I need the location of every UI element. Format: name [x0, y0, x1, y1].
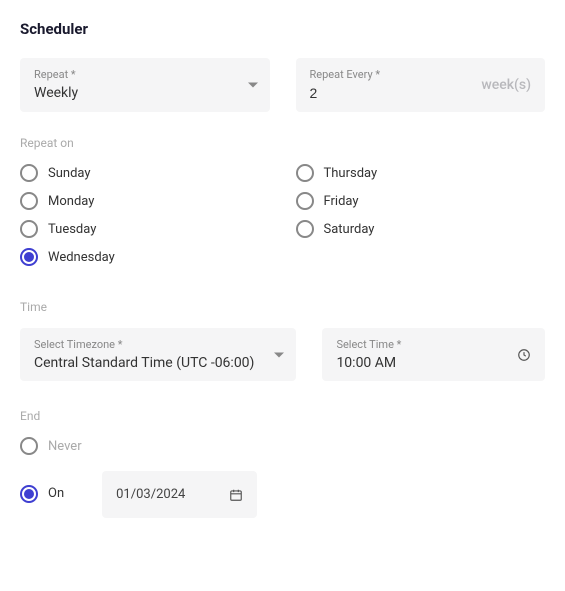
- repeat-row: Repeat * Weekly Repeat Every * week(s): [20, 58, 545, 112]
- repeat-on-label: Repeat on: [20, 136, 545, 150]
- radio-icon: [20, 485, 38, 503]
- day-label: Friday: [324, 194, 359, 209]
- day-tuesday[interactable]: Tuesday: [20, 220, 270, 238]
- time-label: Select Time *: [336, 338, 531, 351]
- time-value: 10:00 AM: [336, 355, 531, 371]
- time-row: Select Timezone * Central Standard Time …: [20, 328, 545, 381]
- calendar-icon: [229, 488, 243, 502]
- radio-icon: [296, 192, 314, 210]
- radio-icon: [20, 437, 38, 455]
- end-on[interactable]: On: [20, 485, 64, 503]
- chevron-down-icon: [248, 83, 258, 88]
- end-on-row: On 01/03/2024: [20, 469, 545, 518]
- end-date-field[interactable]: 01/03/2024: [102, 471, 257, 518]
- repeat-value: Weekly: [34, 85, 256, 101]
- day-wednesday[interactable]: Wednesday: [20, 248, 270, 266]
- day-label: Wednesday: [48, 250, 115, 265]
- end-section: Never On 01/03/2024: [20, 437, 545, 518]
- days-grid: Sunday Monday Tuesday Wednesday Thursday…: [20, 164, 545, 276]
- clock-icon: [517, 348, 531, 362]
- timezone-select[interactable]: Select Timezone * Central Standard Time …: [20, 328, 296, 381]
- repeat-select[interactable]: Repeat * Weekly: [20, 58, 270, 112]
- day-label: Saturday: [324, 222, 375, 237]
- radio-icon: [20, 164, 38, 182]
- end-section-label: End: [20, 409, 545, 423]
- chevron-down-icon: [274, 352, 284, 357]
- repeat-every-input[interactable]: [310, 85, 350, 101]
- radio-icon: [20, 192, 38, 210]
- days-col-right: Thursday Friday Saturday: [296, 164, 546, 276]
- radio-icon: [296, 220, 314, 238]
- page-title: Scheduler: [20, 20, 545, 38]
- repeat-every-field[interactable]: Repeat Every * week(s): [296, 58, 546, 112]
- day-label: Thursday: [324, 166, 378, 181]
- radio-icon: [20, 248, 38, 266]
- repeat-label: Repeat *: [34, 68, 256, 81]
- day-label: Sunday: [48, 166, 91, 181]
- timezone-label: Select Timezone *: [34, 338, 282, 351]
- day-monday[interactable]: Monday: [20, 192, 270, 210]
- day-label: Monday: [48, 194, 94, 209]
- day-sunday[interactable]: Sunday: [20, 164, 270, 182]
- day-thursday[interactable]: Thursday: [296, 164, 546, 182]
- radio-icon: [296, 164, 314, 182]
- time-section-label: Time: [20, 300, 545, 314]
- timezone-value: Central Standard Time (UTC -06:00): [34, 355, 282, 371]
- day-friday[interactable]: Friday: [296, 192, 546, 210]
- day-label: Tuesday: [48, 222, 96, 237]
- days-col-left: Sunday Monday Tuesday Wednesday: [20, 164, 270, 276]
- end-never[interactable]: Never: [20, 437, 545, 455]
- time-select[interactable]: Select Time * 10:00 AM: [322, 328, 545, 381]
- repeat-every-unit: week(s): [481, 77, 531, 93]
- end-on-label: On: [48, 486, 64, 501]
- end-never-label: Never: [48, 439, 82, 454]
- day-saturday[interactable]: Saturday: [296, 220, 546, 238]
- end-date-value: 01/03/2024: [116, 487, 185, 502]
- radio-icon: [20, 220, 38, 238]
